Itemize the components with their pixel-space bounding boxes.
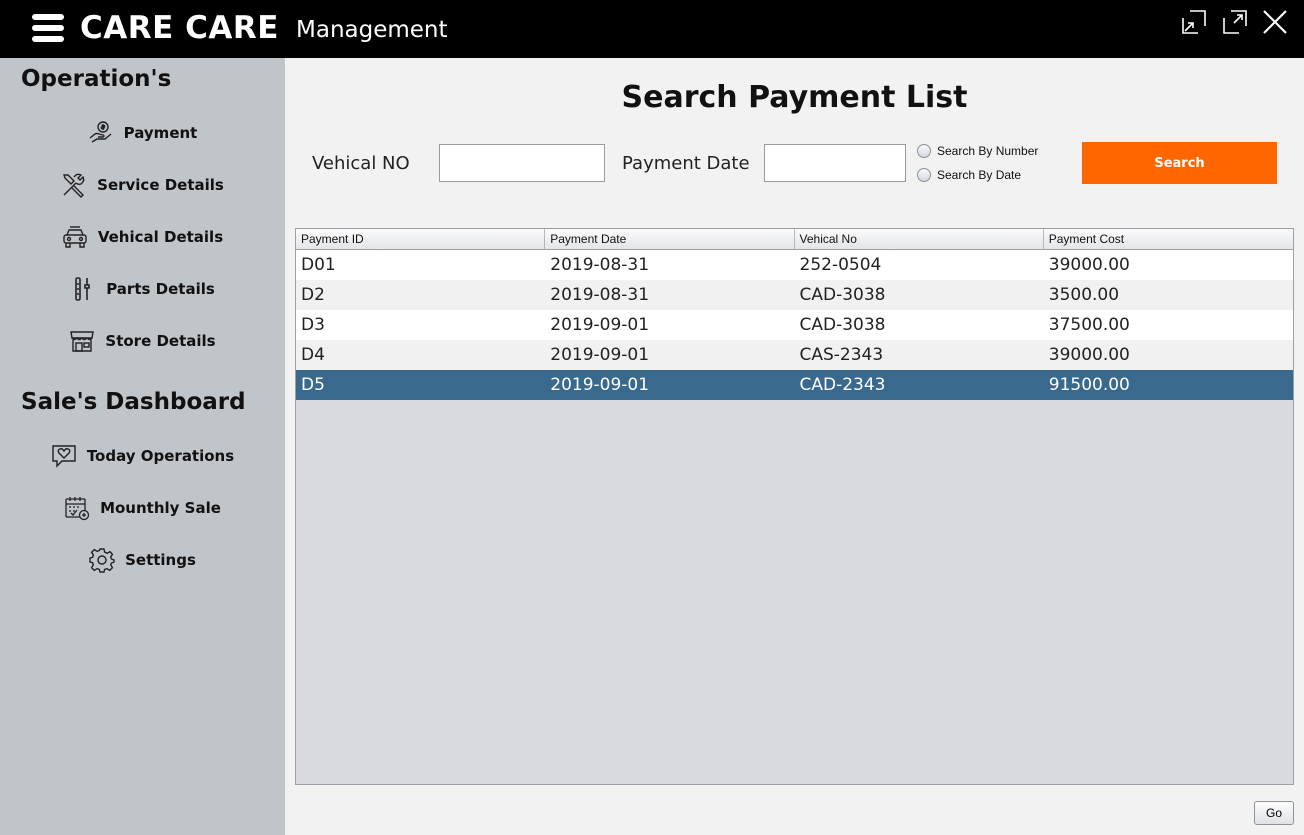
table-row[interactable]: D3 2019-09-01 CAD-3038 37500.00 <box>296 310 1293 340</box>
cell-payment-date: 2019-08-31 <box>550 255 650 275</box>
gear-icon <box>89 547 115 573</box>
cell-vehical-no: 252-0504 <box>799 255 882 275</box>
payment-date-input[interactable] <box>764 144 906 182</box>
search-by-number-radio[interactable]: Search By Number <box>917 144 1038 158</box>
column-header-vehical-no[interactable]: Vehical No <box>795 229 1044 249</box>
cell-payment-cost: 3500.00 <box>1048 285 1120 305</box>
app-brand: CARE CARE <box>80 10 279 46</box>
radio-button[interactable] <box>917 144 931 158</box>
chat-heart-icon <box>51 443 77 469</box>
close-icon[interactable] <box>1262 9 1288 35</box>
sidebar: Operation's Payment Service Details Vehi… <box>0 58 285 835</box>
title-bar: CARE CARE Management <box>0 0 1304 58</box>
sidebar-item-label: Store Details <box>105 332 216 350</box>
parts-icon <box>70 276 96 302</box>
vehicle-no-input[interactable] <box>439 144 605 182</box>
sidebar-item-vehical-details[interactable]: Vehical Details <box>0 219 285 255</box>
cell-payment-id: D4 <box>301 345 325 365</box>
search-button[interactable]: Search <box>1082 142 1277 184</box>
cell-payment-id: D5 <box>301 375 325 395</box>
sidebar-item-label: Parts Details <box>106 280 215 298</box>
sidebar-item-label: Service Details <box>97 176 224 194</box>
cell-vehical-no: CAD-2343 <box>799 375 886 395</box>
payment-date-label: Payment Date <box>622 153 750 174</box>
cell-payment-cost: 91500.00 <box>1048 375 1130 395</box>
column-header-payment-cost[interactable]: Payment Cost <box>1044 229 1293 249</box>
payment-hand-icon <box>88 120 114 146</box>
calendar-icon <box>64 495 90 521</box>
radio-button[interactable] <box>917 168 931 182</box>
cell-payment-date: 2019-08-31 <box>550 285 650 305</box>
column-header-payment-date[interactable]: Payment Date <box>545 229 795 249</box>
table-header: Payment ID Payment Date Vehical No Payme… <box>296 229 1293 250</box>
sidebar-item-settings[interactable]: Settings <box>0 542 285 578</box>
cell-payment-id: D3 <box>301 315 325 335</box>
maximize-icon[interactable] <box>1222 9 1248 35</box>
sidebar-item-today-operations[interactable]: Today Operations <box>0 438 285 474</box>
sidebar-item-parts-details[interactable]: Parts Details <box>0 271 285 307</box>
sales-dashboard-heading: Sale's Dashboard <box>21 389 246 415</box>
table-row[interactable]: D01 2019-08-31 252-0504 39000.00 <box>296 250 1293 280</box>
table-row[interactable]: D2 2019-08-31 CAD-3038 3500.00 <box>296 280 1293 310</box>
cell-vehical-no: CAS-2343 <box>799 345 884 365</box>
page-title: Search Payment List <box>621 80 968 115</box>
tools-icon <box>61 172 87 198</box>
main-panel: Search Payment List Vehical NO Payment D… <box>285 58 1304 835</box>
store-icon <box>69 328 95 354</box>
cell-payment-date: 2019-09-01 <box>550 315 650 335</box>
sidebar-item-service-details[interactable]: Service Details <box>0 167 285 203</box>
sidebar-item-payment[interactable]: Payment <box>0 115 285 151</box>
sidebar-item-label: Mounthly Sale <box>100 499 221 517</box>
table-row[interactable]: D4 2019-09-01 CAS-2343 39000.00 <box>296 340 1293 370</box>
cell-payment-date: 2019-09-01 <box>550 345 650 365</box>
sidebar-item-label: Settings <box>125 551 196 569</box>
payment-table: Payment ID Payment Date Vehical No Payme… <box>295 228 1294 785</box>
column-header-payment-id[interactable]: Payment ID <box>296 229 546 249</box>
sidebar-item-label: Payment <box>123 124 198 142</box>
go-button[interactable]: Go <box>1254 801 1294 825</box>
cell-payment-cost: 39000.00 <box>1048 255 1130 275</box>
app-subtitle: Management <box>296 17 448 43</box>
radio-label: Search By Date <box>937 168 1022 182</box>
cell-vehical-no: CAD-3038 <box>799 285 886 305</box>
search-by-date-radio[interactable]: Search By Date <box>917 168 1021 182</box>
sidebar-item-store-details[interactable]: Store Details <box>0 323 285 359</box>
cell-payment-id: D2 <box>301 285 325 305</box>
car-icon <box>62 224 88 250</box>
cell-vehical-no: CAD-3038 <box>799 315 886 335</box>
menu-hamburger-icon[interactable] <box>32 14 64 44</box>
cell-payment-id: D01 <box>301 255 336 275</box>
cell-payment-cost: 39000.00 <box>1048 345 1130 365</box>
cell-payment-cost: 37500.00 <box>1048 315 1130 335</box>
table-row-selected[interactable]: D5 2019-09-01 CAD-2343 91500.00 <box>296 370 1293 400</box>
sidebar-item-mounthly-sale[interactable]: Mounthly Sale <box>0 490 285 526</box>
sidebar-item-label: Vehical Details <box>97 228 224 246</box>
radio-label: Search By Number <box>937 144 1039 158</box>
operations-heading: Operation's <box>21 66 172 92</box>
vehicle-no-label: Vehical NO <box>312 153 410 174</box>
minimize-icon[interactable] <box>1181 9 1207 35</box>
sidebar-item-label: Today Operations <box>86 447 235 465</box>
cell-payment-date: 2019-09-01 <box>550 375 650 395</box>
